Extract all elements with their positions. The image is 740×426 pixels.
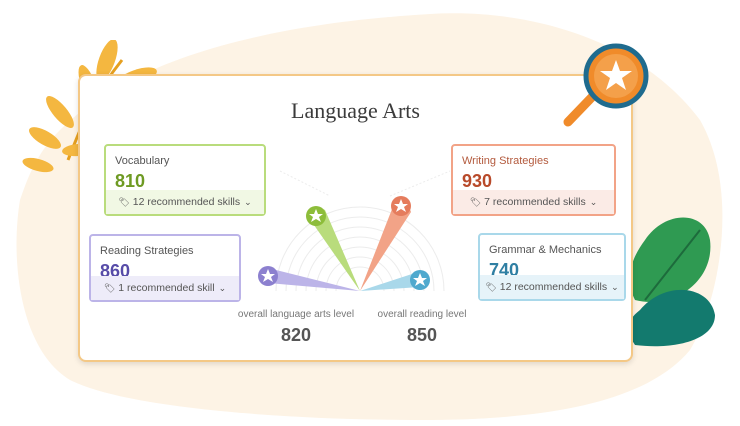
skill-name: Writing Strategies <box>462 155 549 167</box>
recommended-skills-toggle[interactable]: 🏷 12 recommended skills ⌄ <box>106 190 264 214</box>
skill-name: Grammar & Mechanics <box>489 244 602 256</box>
chevron-down-icon: ⌄ <box>589 197 598 207</box>
chevron-down-icon: ⌄ <box>218 283 227 293</box>
recommended-skills-toggle[interactable]: 🏷 12 recommended skills ⌄ <box>480 275 624 299</box>
level-label: overall language arts level <box>237 309 355 320</box>
tag-icon: 🏷 <box>103 283 116 293</box>
tag-icon: 🏷 <box>485 282 497 292</box>
grammar-mechanics-box: Grammar & Mechanics 740 🏷 12 recommended … <box>478 233 626 301</box>
skill-name: Vocabulary <box>115 155 170 167</box>
reading-strategies-box: Reading Strategies 860 🏷 1 recommended sk… <box>89 234 241 302</box>
level-value: 850 <box>406 325 438 345</box>
level-value: 820 <box>280 325 312 345</box>
star-icon <box>410 270 430 290</box>
star-icon <box>391 196 411 216</box>
skill-score: 930 <box>462 171 493 191</box>
skill-score: 810 <box>115 171 146 191</box>
star-icon <box>258 266 278 286</box>
skill-name: Reading Strategies <box>100 245 194 257</box>
recommended-skills-toggle[interactable]: 🏷 7 recommended skills ⌄ <box>453 190 614 214</box>
overall-language-arts-level: overall language arts level 820 <box>228 309 364 346</box>
magnifier-icon <box>563 43 649 127</box>
tag-icon: 🏷 <box>118 197 130 207</box>
tag-icon: 🏷 <box>469 197 482 207</box>
chevron-down-icon: ⌄ <box>611 282 619 292</box>
chevron-down-icon: ⌄ <box>244 197 252 207</box>
recommended-skills-toggle[interactable]: 🏷 1 recommended skill ⌄ <box>91 276 239 300</box>
star-icon <box>306 206 326 226</box>
writing-strategies-box: Writing Strategies 930 🏷 7 recommended sk… <box>451 144 616 216</box>
level-label: overall reading level <box>377 309 467 320</box>
vocabulary-box: Vocabulary 810 🏷 12 recommended skills ⌄ <box>104 144 266 216</box>
overall-reading-level: overall reading level 850 <box>370 309 474 346</box>
